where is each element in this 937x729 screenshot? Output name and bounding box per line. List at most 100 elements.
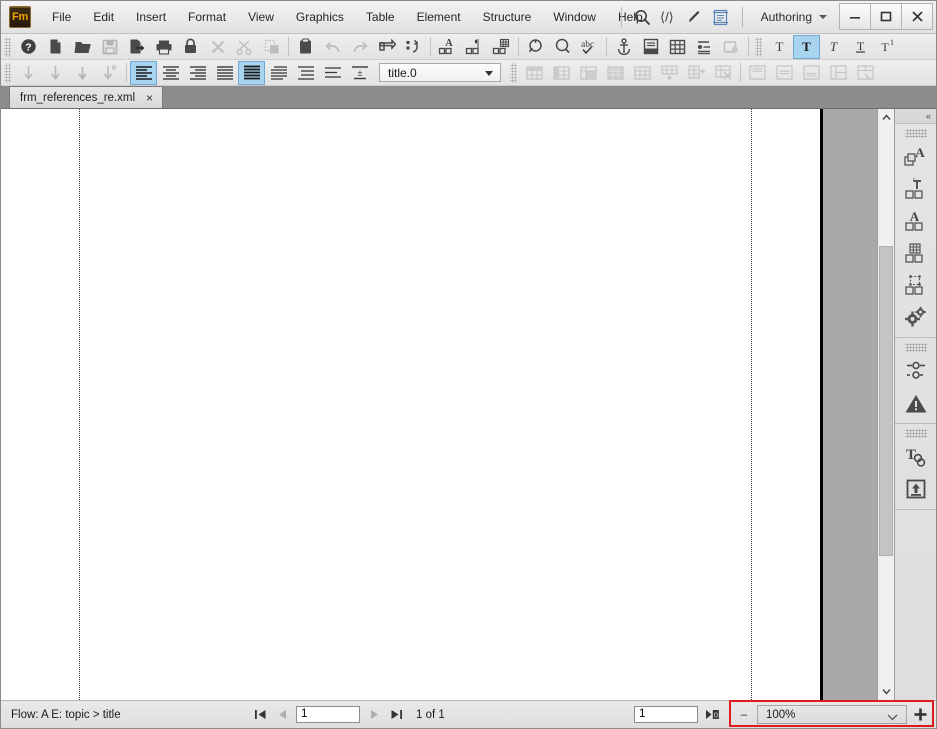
toolbar-grip[interactable] [4,36,11,57]
settings-gears-icon[interactable] [899,302,933,332]
help-icon[interactable]: ? [15,35,42,59]
open-folder-icon[interactable] [69,35,96,59]
cell-align-top-icon[interactable] [744,61,771,85]
table-fill-icon[interactable] [602,61,629,85]
document-page[interactable] [1,109,823,700]
new-document-icon[interactable] [42,35,69,59]
indent-left-icon[interactable] [292,61,319,85]
zoom-level-dropdown[interactable]: 100% [757,705,907,724]
line-spacing-single-icon[interactable] [15,61,42,85]
line-spacing-custom-icon[interactable] [96,61,123,85]
character-designer-icon[interactable]: A [899,142,933,172]
object-number-input[interactable]: 1 [634,706,698,723]
document-canvas[interactable] [1,109,877,700]
last-page-button[interactable] [385,705,407,725]
table-add-column-icon[interactable] [683,61,710,85]
text-plain-icon[interactable]: T [766,35,793,59]
menu-view[interactable]: View [237,1,285,33]
anchor-icon[interactable] [610,35,637,59]
cut-scissors-icon[interactable] [231,35,258,59]
align-justify-icon[interactable] [211,61,238,85]
collapse-dock-button[interactable]: « [895,109,936,124]
table-split-icon[interactable] [825,61,852,85]
text-italic-icon[interactable]: T [820,35,847,59]
scroll-thumb[interactable] [879,246,893,556]
insert-page-icon[interactable] [637,35,664,59]
insert-table-icon[interactable] [664,35,691,59]
next-page-button[interactable] [363,705,385,725]
author-view-icon[interactable] [682,4,708,30]
zoom-in-icon[interactable] [522,35,549,59]
cross-reference-icon[interactable]: T [899,442,933,472]
save-icon[interactable] [96,35,123,59]
next-object-button[interactable]: 0 [701,705,723,725]
code-view-icon[interactable]: ⟨/⟩ [656,4,682,30]
align-center-icon[interactable] [157,61,184,85]
text-underline-icon[interactable]: T [847,35,874,59]
cell-align-bottom-icon[interactable] [798,61,825,85]
paragraph-style-dropdown[interactable]: title.0 [379,63,501,82]
menu-format[interactable]: Format [177,1,237,33]
format-toolbar-grip[interactable] [755,36,762,57]
menu-graphics[interactable]: Graphics [285,1,355,33]
scroll-track[interactable] [878,126,894,683]
redo-icon[interactable] [346,35,373,59]
dock-group-grip-1[interactable] [904,129,927,138]
lock-icon[interactable] [177,35,204,59]
previous-page-button[interactable] [271,705,293,725]
element-table-icon[interactable] [488,35,515,59]
text-superscript-icon[interactable]: T 1 [874,35,901,59]
close-icon[interactable]: × [143,92,156,104]
menu-element[interactable]: Element [406,1,472,33]
vertical-scrollbar[interactable] [877,109,894,700]
zoom-out-button[interactable]: – [734,705,754,725]
search-icon[interactable] [630,4,656,30]
table-convert-icon[interactable] [710,61,737,85]
paragraph-toolbar-grip[interactable] [4,62,11,83]
table-header-row-icon[interactable] [521,61,548,85]
indent-both-icon[interactable]: ± [346,61,373,85]
font-element-icon[interactable]: A [899,206,933,236]
save-as-icon[interactable] [123,35,150,59]
insert-variable-icon[interactable] [400,35,427,59]
table-grid-icon[interactable] [629,61,656,85]
paste-clipboard-icon[interactable] [292,35,319,59]
page-number-input[interactable]: 1 [296,706,360,723]
spellcheck-icon[interactable]: abc [576,35,603,59]
table-designer-icon[interactable] [899,238,933,268]
copy-icon[interactable] [258,35,285,59]
footnote-icon[interactable] [691,35,718,59]
print-icon[interactable] [150,35,177,59]
table-body-icon[interactable] [575,61,602,85]
cell-align-middle-icon[interactable] [771,61,798,85]
minimize-button[interactable] [839,2,871,30]
indent-right-icon[interactable] [319,61,346,85]
paragraph-designer-icon[interactable] [899,174,933,204]
menu-insert[interactable]: Insert [125,1,177,33]
table-straddle-icon[interactable] [852,61,879,85]
zoom-in-button[interactable] [910,705,930,725]
dock-group-grip-3[interactable] [904,429,927,438]
first-page-button[interactable] [249,705,271,725]
table-add-row-icon[interactable] [656,61,683,85]
text-bold-icon[interactable]: T [793,34,820,59]
insert-marker-icon[interactable] [718,35,745,59]
warning-triangle-icon[interactable] [899,388,933,418]
element-paragraph-icon[interactable]: ¶ [461,35,488,59]
element-attribute-icon[interactable]: A [434,35,461,59]
menu-window[interactable]: Window [542,1,607,33]
align-left-icon[interactable] [130,60,157,85]
workspace-switcher[interactable]: Authoring [751,4,833,30]
scroll-up-arrow[interactable] [878,109,894,126]
align-right-icon[interactable] [184,61,211,85]
menu-structure[interactable]: Structure [472,1,543,33]
line-spacing-double-icon[interactable] [69,61,96,85]
scroll-down-arrow[interactable] [878,683,894,700]
delete-icon[interactable] [204,35,231,59]
indent-first-icon[interactable] [265,61,292,85]
insert-textframe-icon[interactable] [373,35,400,59]
dock-group-grip-2[interactable] [904,343,927,352]
close-button[interactable] [901,2,933,30]
menu-table[interactable]: Table [355,1,406,33]
table-toolbar-grip[interactable] [510,62,517,83]
